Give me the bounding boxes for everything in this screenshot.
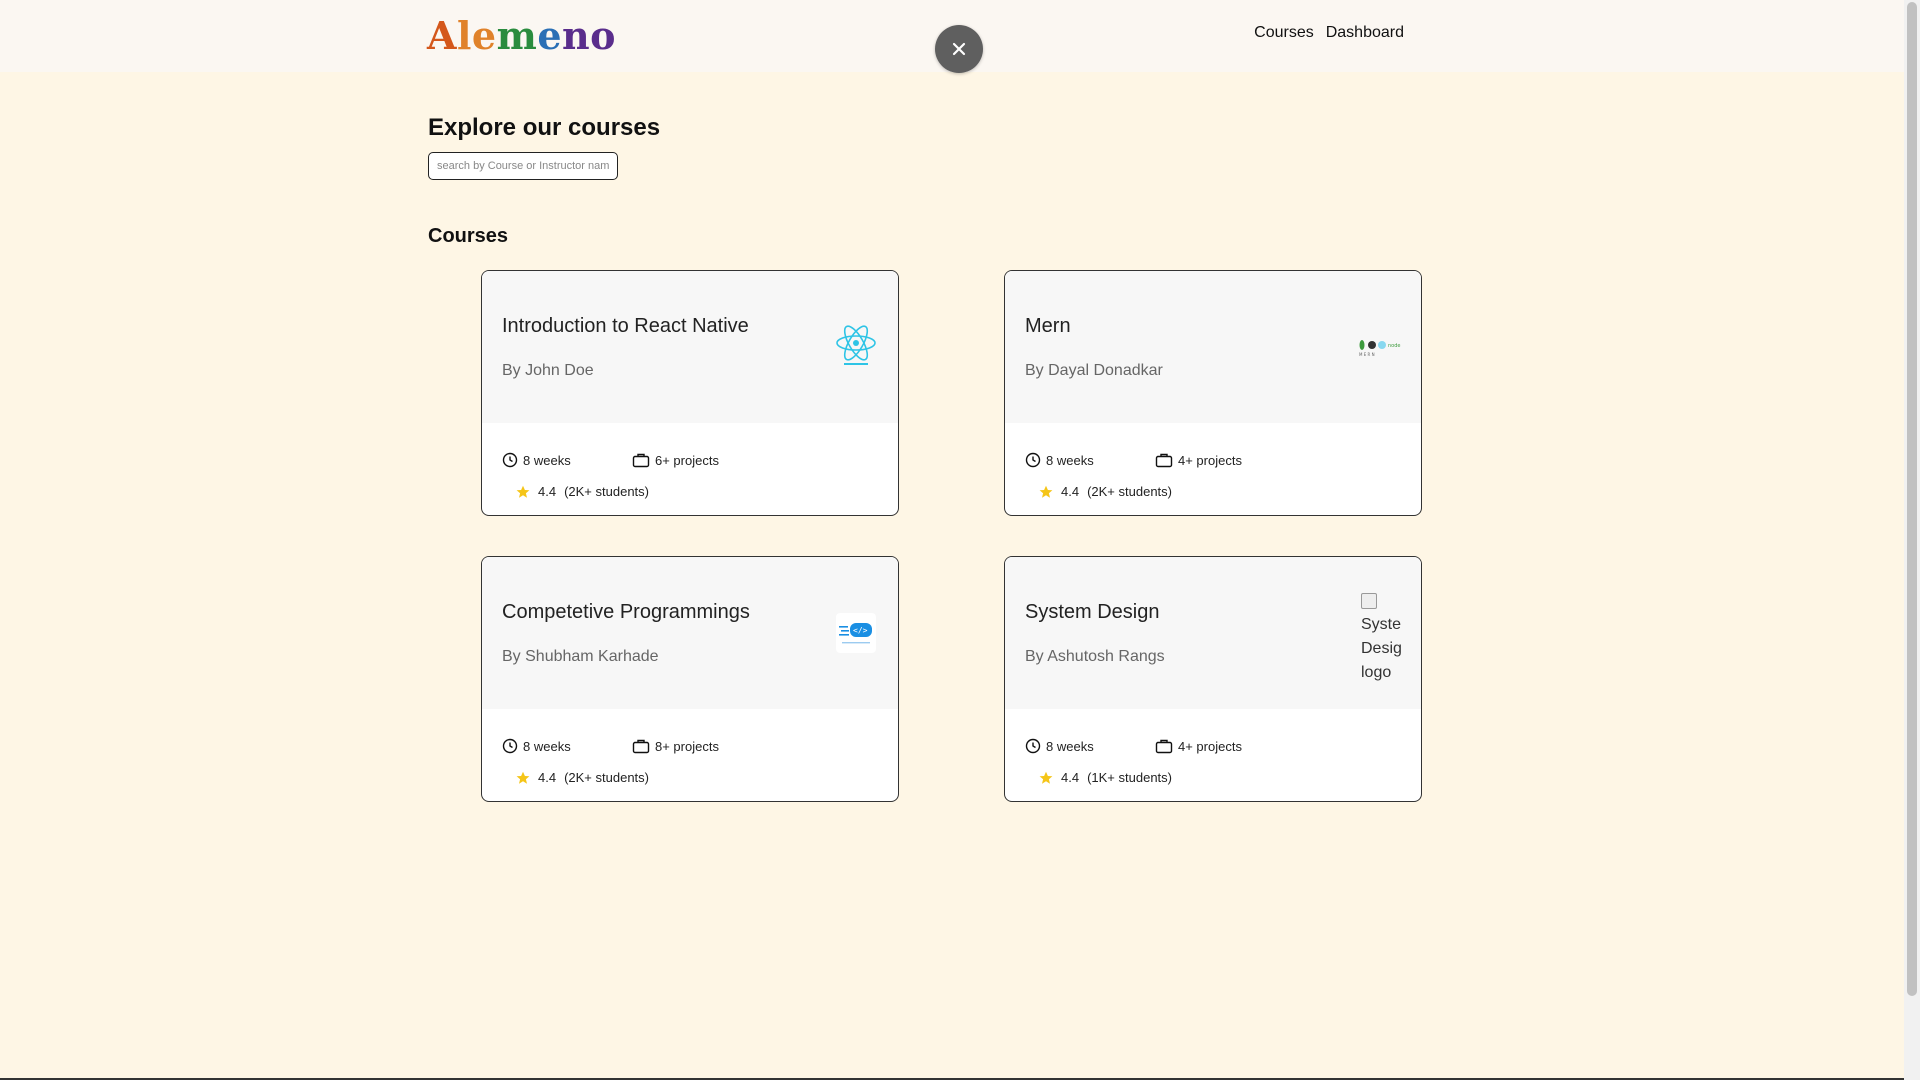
course-meta: 8 weeks 4+ projects xyxy=(1025,452,1242,468)
mern-logo: node M E R N xyxy=(1357,325,1401,369)
clock-icon xyxy=(1025,452,1041,468)
duration-item: 8 weeks xyxy=(502,738,632,754)
react-native-logo xyxy=(834,325,878,369)
projects-text: 4+ projects xyxy=(1178,738,1242,754)
rating-row: 4.4 (2K+ students) xyxy=(516,770,649,785)
projects-item: 6+ projects xyxy=(632,452,719,468)
logo-letter: A xyxy=(427,13,457,58)
code-logo: </> xyxy=(834,611,878,655)
svg-text:node: node xyxy=(1388,343,1400,349)
section-title: Courses xyxy=(428,225,509,247)
duration-item: 8 weeks xyxy=(1025,452,1155,468)
duration-item: 8 weeks xyxy=(1025,738,1155,754)
svg-text:</>: </> xyxy=(853,626,868,635)
clock-icon xyxy=(502,452,518,468)
course-meta: 8 weeks 4+ projects xyxy=(1025,738,1242,754)
course-author: By John Doe xyxy=(502,362,594,379)
rating-value: 4.4 xyxy=(538,770,557,785)
students-count: (2K+ students) xyxy=(564,770,649,785)
duration-text: 8 weeks xyxy=(523,738,571,754)
course-author: By Dayal Donadkar xyxy=(1025,362,1163,379)
students-count: (1K+ students) xyxy=(1087,770,1172,785)
briefcase-icon xyxy=(632,739,650,754)
briefcase-icon xyxy=(1155,739,1173,754)
course-card[interactable]: Introduction to React Native By John Doe… xyxy=(481,270,899,516)
rating-row: 4.4 (1K+ students) xyxy=(1039,770,1172,785)
clock-icon xyxy=(1025,738,1041,754)
duration-item: 8 weeks xyxy=(502,452,632,468)
star-icon xyxy=(1039,485,1053,498)
course-title: Competetive Programmings xyxy=(502,601,750,623)
logo-letter: n xyxy=(562,13,591,58)
course-meta: 8 weeks 8+ projects xyxy=(502,738,719,754)
projects-item: 8+ projects xyxy=(632,738,719,754)
projects-text: 6+ projects xyxy=(655,452,719,468)
logo-alt-text: logo xyxy=(1361,664,1392,681)
svg-text:M E R N: M E R N xyxy=(1359,352,1375,357)
projects-item: 4+ projects xyxy=(1155,738,1242,754)
rating-value: 4.4 xyxy=(1061,770,1080,785)
nav-courses-link[interactable]: Courses xyxy=(1254,24,1314,42)
top-nav: Courses Dashboard xyxy=(1254,24,1404,42)
star-icon xyxy=(516,771,530,784)
alemeno-logo[interactable]: Alemeno xyxy=(427,14,616,58)
logo-letter: e xyxy=(537,13,563,58)
students-count: (2K+ students) xyxy=(564,484,649,499)
card-header xyxy=(1005,557,1421,709)
course-card[interactable]: Mern By Dayal Donadkar node M E R N 8 we… xyxy=(1004,270,1422,516)
course-card[interactable]: System Design By Ashutosh Rangs System D… xyxy=(1004,556,1422,802)
nav-dashboard-link[interactable]: Dashboard xyxy=(1326,24,1404,42)
students-count: (2K+ students) xyxy=(1087,484,1172,499)
broken-image-glyph xyxy=(1361,592,1377,609)
duration-text: 8 weeks xyxy=(1046,452,1094,468)
course-card[interactable]: Competetive Programmings By Shubham Karh… xyxy=(481,556,899,802)
close-icon xyxy=(952,42,966,56)
vertical-scrollbar[interactable] xyxy=(1904,0,1920,1080)
broken-image-icon: System Design logo xyxy=(1361,589,1401,685)
rating-value: 4.4 xyxy=(1061,484,1080,499)
rating-row: 4.4 (2K+ students) xyxy=(1039,484,1172,499)
logo-letter: o xyxy=(590,13,617,58)
course-title: Introduction to React Native xyxy=(502,315,749,337)
logo-alt-text: System xyxy=(1361,616,1401,633)
briefcase-icon xyxy=(632,453,650,468)
projects-item: 4+ projects xyxy=(1155,452,1242,468)
page: Alemeno Courses Dashboard Explore our co… xyxy=(0,0,1920,1080)
projects-text: 4+ projects xyxy=(1178,452,1242,468)
duration-text: 8 weeks xyxy=(523,452,571,468)
star-icon xyxy=(1039,771,1053,784)
page-title: Explore our courses xyxy=(428,114,661,141)
scrollbar-thumb[interactable] xyxy=(1907,2,1917,996)
logo-letter: m xyxy=(496,13,538,58)
star-icon xyxy=(516,485,530,498)
duration-text: 8 weeks xyxy=(1046,738,1094,754)
close-button[interactable] xyxy=(935,25,983,73)
briefcase-icon xyxy=(1155,453,1173,468)
rating-value: 4.4 xyxy=(538,484,557,499)
course-meta: 8 weeks 6+ projects xyxy=(502,452,719,468)
course-title: System Design xyxy=(1025,601,1160,623)
course-author: By Shubham Karhade xyxy=(502,648,659,665)
course-author: By Ashutosh Rangs xyxy=(1025,648,1165,665)
search-input[interactable] xyxy=(428,152,618,180)
projects-text: 8+ projects xyxy=(655,738,719,754)
course-title: Mern xyxy=(1025,315,1071,337)
logo-letter: le xyxy=(456,13,497,58)
logo-alt-text: Design xyxy=(1361,640,1401,657)
rating-row: 4.4 (2K+ students) xyxy=(516,484,649,499)
clock-icon xyxy=(502,738,518,754)
